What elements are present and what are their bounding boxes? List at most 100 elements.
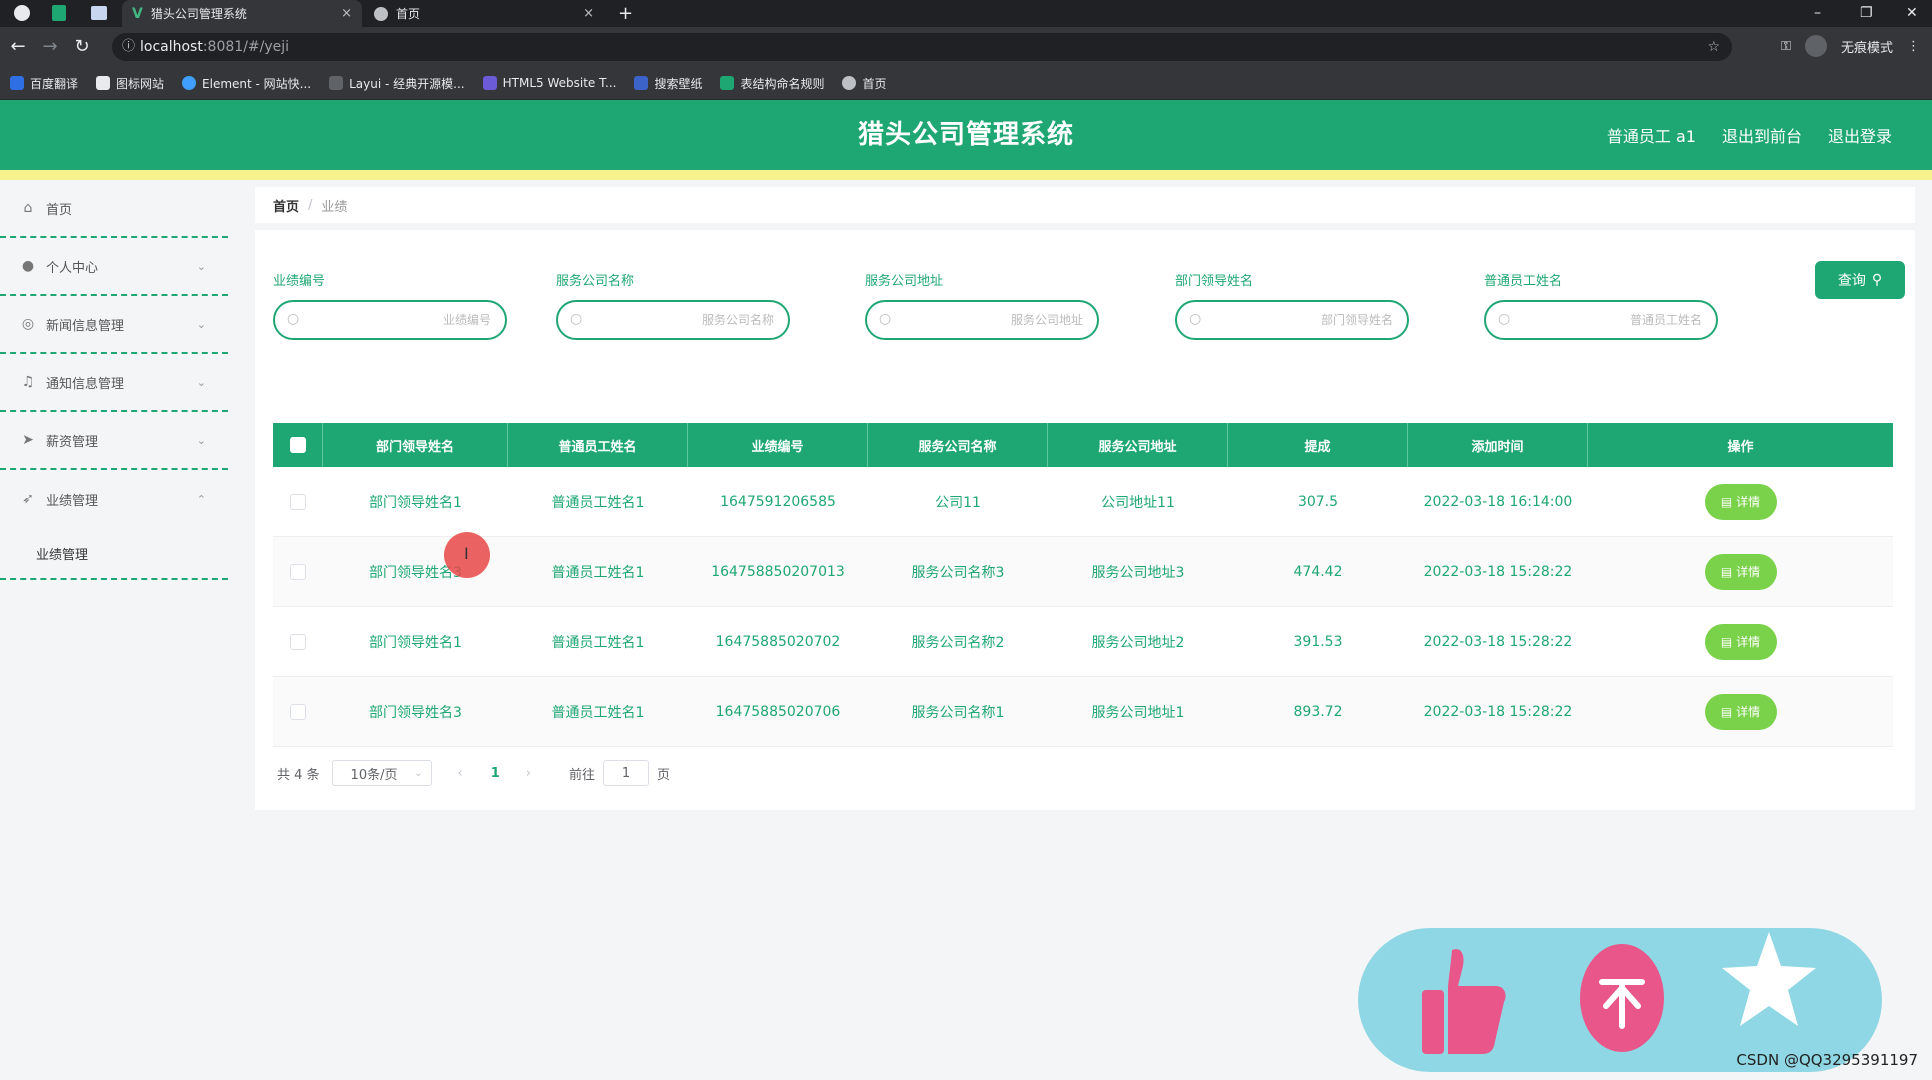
sidebar-item-profile[interactable]: ● 个人中心 ⌄ (0, 238, 228, 296)
search-input-performance-no[interactable]: ○ (273, 300, 507, 340)
bookmark-item[interactable]: 图标网站 (96, 75, 164, 92)
back-to-front-link[interactable]: 退出到前台 (1722, 123, 1802, 147)
bookmark-item[interactable]: Layui - 经典开源模... (329, 75, 465, 92)
coin-icon[interactable] (1580, 944, 1664, 1052)
search-input-leader-name[interactable]: ○ (1175, 300, 1409, 340)
search-input-company-name[interactable]: ○ (556, 300, 790, 340)
page-number-current[interactable]: 1 (491, 766, 500, 781)
tab-home[interactable]: 首页 × (364, 0, 604, 27)
filter-performance-no: 业绩编号 (255, 270, 325, 290)
forward-arrow-icon[interactable]: → (38, 35, 62, 59)
performance-no-field[interactable] (311, 310, 491, 330)
main-panel: 业绩编号 ○ 服务公司名称 ○ 服务公司地址 ○ 部门领导姓名 ○ 普通员工姓名… (255, 230, 1915, 810)
bookmark-item[interactable]: 百度翻译 (10, 75, 78, 92)
sidebar-subitem-performance[interactable]: 业绩管理 (0, 528, 228, 580)
user-icon: ● (21, 258, 35, 274)
breadcrumb-home[interactable]: 首页 (273, 196, 299, 215)
kebab-menu-icon[interactable]: ⋮ (1907, 39, 1920, 54)
select-all-checkbox[interactable] (289, 437, 306, 453)
goto-page-input[interactable] (603, 760, 650, 786)
sidebar-item-performance[interactable]: ➶ 业绩管理 ⌃ (0, 470, 228, 528)
row-checkbox[interactable] (290, 493, 306, 510)
company-name-field[interactable] (594, 310, 774, 330)
sidebar-item-news[interactable]: ◎ 新闻信息管理 ⌄ (0, 296, 228, 354)
sidebar-item-notice[interactable]: ♫ 通知信息管理 ⌄ (0, 354, 228, 412)
cell-commission: 307.5 (1297, 493, 1339, 510)
thumbs-up-icon[interactable] (1418, 942, 1508, 1058)
row-checkbox[interactable] (290, 633, 306, 650)
close-icon[interactable]: × (583, 6, 594, 21)
prev-page-icon[interactable]: ‹ (458, 766, 463, 781)
table-row[interactable]: 部门领导姓名3 普通员工姓名1 164758850207013 服务公司名称3 … (273, 537, 1893, 607)
star-icon[interactable] (1720, 928, 1818, 1038)
incognito-icon[interactable] (1804, 35, 1827, 57)
url-field[interactable]: ⓘ localhost:8081/#/yeji ☆ (112, 33, 1732, 61)
bell-icon: ♫ (21, 374, 35, 390)
send-icon: ➤ (22, 432, 34, 448)
sidebar-item-salary[interactable]: ➤ 薪资管理 ⌄ (0, 412, 228, 470)
column-header[interactable]: 服务公司名称 (868, 423, 1048, 467)
detail-button[interactable]: ▤ 详情 (1704, 623, 1777, 660)
close-icon[interactable]: × (341, 6, 352, 21)
restore-button[interactable]: ❐ (1860, 0, 1873, 27)
table-row[interactable]: 部门领导姓名1 普通员工姓名1 1647591206585 公司11 公司地址1… (273, 467, 1893, 537)
sheet-icon[interactable] (52, 5, 66, 21)
bookmark-item[interactable]: 表结构命名规则 (720, 75, 824, 92)
info-icon[interactable]: ⓘ (122, 33, 135, 61)
column-header[interactable]: 普通员工姓名 (508, 423, 688, 467)
bookmark-item[interactable]: 搜索壁纸 (634, 75, 702, 92)
column-header[interactable]: 服务公司地址 (1048, 423, 1228, 467)
reload-icon[interactable]: ↻ (70, 35, 94, 59)
chevron-down-icon: ⌄ (196, 317, 206, 331)
chrome-icon[interactable] (14, 5, 30, 21)
vue-icon: V (132, 5, 143, 22)
detail-button[interactable]: ▤ 详情 (1704, 553, 1777, 590)
filter-label: 服务公司名称 (556, 274, 635, 289)
detail-button[interactable]: ▤ 详情 (1704, 483, 1777, 520)
column-header[interactable]: 提成 (1228, 423, 1408, 467)
row-checkbox[interactable] (290, 703, 306, 720)
query-button-label: 查询 (1837, 273, 1866, 289)
close-window-button[interactable]: ✕ (1906, 0, 1918, 27)
document-icon: ▤ (1720, 564, 1733, 579)
total-count: 共 4 条 (277, 767, 320, 783)
employee-name-field[interactable] (1522, 310, 1702, 330)
tab-app[interactable]: V 猎头公司管理系统 × (122, 0, 362, 27)
search-input-company-address[interactable]: ○ (865, 300, 1099, 340)
sidebar-item-home[interactable]: ⌂ 首页 (0, 180, 228, 238)
cell-commission: 391.53 (1293, 633, 1343, 650)
table-header: 部门领导姓名 普通员工姓名 业绩编号 服务公司名称 服务公司地址 提成 添加时间… (273, 423, 1893, 467)
detail-button-label: 详情 (1736, 635, 1761, 649)
bookmark-item[interactable]: HTML5 Website T... (482, 76, 616, 90)
search-input-employee-name[interactable]: ○ (1484, 300, 1718, 340)
sidebar-item-label: 通知信息管理 (46, 376, 125, 392)
window-icon[interactable] (91, 6, 107, 20)
next-page-icon[interactable]: › (526, 766, 531, 781)
table-row[interactable]: 部门领导姓名3 普通员工姓名1 16475885020706 服务公司名称1 服… (273, 677, 1893, 747)
query-button[interactable]: 查询 ⚲ (1815, 261, 1905, 299)
minimize-button[interactable]: – (1814, 0, 1821, 27)
detail-button[interactable]: ▤ 详情 (1704, 693, 1777, 730)
bookmark-item[interactable]: 首页 (842, 75, 887, 92)
column-header[interactable]: 业绩编号 (688, 423, 868, 467)
page-size-select[interactable]: 10条/页 ⌄ (331, 760, 432, 786)
cell-company-address: 服务公司地址1 (1091, 704, 1185, 721)
search-icon: ○ (1189, 311, 1202, 327)
chevron-down-icon: ⌄ (196, 259, 206, 273)
star-icon[interactable]: ☆ (1707, 33, 1720, 61)
column-header[interactable]: 部门领导姓名 (323, 423, 508, 467)
back-arrow-icon[interactable]: ← (6, 35, 30, 59)
company-address-field[interactable] (903, 310, 1083, 330)
row-checkbox[interactable] (290, 563, 306, 580)
incognito-label[interactable]: 无痕模式 (1841, 37, 1893, 56)
new-tab-button[interactable]: + (618, 0, 633, 27)
select-all-cell (273, 423, 323, 467)
key-icon[interactable]: ⚿ (1781, 39, 1791, 54)
table-row[interactable]: 部门领导姓名1 普通员工姓名1 16475885020702 服务公司名称2 服… (273, 607, 1893, 677)
sidebar: ⌂ 首页 ● 个人中心 ⌄ ◎ 新闻信息管理 ⌄ ♫ 通知信息管理 ⌄ ➤ 薪资… (0, 180, 228, 1080)
column-header[interactable]: 添加时间 (1408, 423, 1588, 467)
tab-app-title: 猎头公司管理系统 (150, 7, 247, 21)
bookmark-item[interactable]: Element - 网站快... (182, 75, 311, 92)
logout-link[interactable]: 退出登录 (1828, 123, 1892, 147)
leader-name-field[interactable] (1213, 310, 1393, 330)
